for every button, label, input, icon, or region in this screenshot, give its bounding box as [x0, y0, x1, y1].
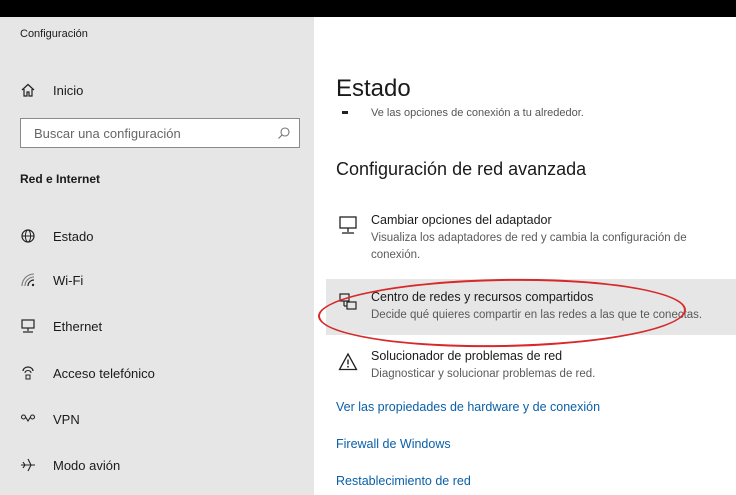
- sidebar-item-estado[interactable]: Estado: [20, 225, 300, 247]
- vpn-icon: [20, 411, 36, 427]
- sidebar: Configuración Inicio Red e Internet Esta…: [0, 17, 314, 495]
- sidebar-item-ethernet[interactable]: Ethernet: [20, 315, 300, 337]
- change-adapter-options[interactable]: Cambiar opciones del adaptador Visualiza…: [326, 203, 736, 263]
- search-icon[interactable]: [277, 126, 291, 140]
- option-title: Solucionador de problemas de red: [371, 349, 563, 363]
- warning-icon: [338, 352, 358, 372]
- hardware-properties-link[interactable]: Ver las propiedades de hardware y de con…: [336, 400, 600, 414]
- airplane-icon: [20, 457, 36, 473]
- wifi-icon: [20, 272, 36, 288]
- home-label: Inicio: [53, 82, 84, 98]
- network-sharing-center[interactable]: Centro de redes y recursos compartidos D…: [326, 279, 736, 335]
- home-icon: [20, 82, 36, 98]
- window-top-border: [0, 0, 736, 17]
- network-sharing-icon: [338, 292, 358, 312]
- section-heading: Red e Internet: [20, 172, 101, 186]
- adapter-icon: [338, 215, 358, 235]
- page-subtitle: Ve las opciones de conexión a tu alreded…: [371, 107, 584, 119]
- globe-icon: [20, 228, 36, 244]
- windows-firewall-link[interactable]: Firewall de Windows: [336, 437, 451, 451]
- sidebar-item-dialup[interactable]: Acceso telefónico: [20, 362, 300, 384]
- sidebar-item-label: Acceso telefónico: [53, 365, 155, 381]
- main-content: Estado Ve las opciones de conexión a tu …: [314, 17, 736, 495]
- sidebar-item-home[interactable]: Inicio: [20, 79, 300, 101]
- dialup-icon: [20, 365, 36, 381]
- pointer-mark: [342, 111, 348, 114]
- option-title: Cambiar opciones del adaptador: [371, 213, 552, 227]
- sidebar-item-label: Estado: [53, 228, 94, 244]
- page-title: Estado: [336, 75, 411, 102]
- ethernet-icon: [20, 318, 36, 334]
- search-input[interactable]: [21, 119, 261, 147]
- sidebar-item-label: Ethernet: [53, 318, 103, 334]
- option-description: Diagnosticar y solucionar problemas de r…: [371, 368, 596, 380]
- sidebar-item-label: VPN: [53, 411, 80, 427]
- network-reset-link[interactable]: Restablecimiento de red: [336, 474, 471, 488]
- search-box[interactable]: [20, 118, 300, 148]
- advanced-settings-heading: Configuración de red avanzada: [336, 159, 587, 179]
- network-troubleshooter[interactable]: Solucionador de problemas de red Diagnos…: [326, 344, 736, 388]
- option-description: Visualiza los adaptadores de red y cambi…: [371, 232, 687, 261]
- sidebar-item-vpn[interactable]: VPN: [20, 408, 300, 430]
- window-title: Configuración: [20, 28, 88, 40]
- sidebar-item-airplane-mode[interactable]: Modo avión: [20, 454, 300, 476]
- sidebar-item-label: Wi-Fi: [53, 272, 84, 288]
- sidebar-item-label: Modo avión: [53, 457, 121, 473]
- sidebar-item-wifi[interactable]: Wi-Fi: [20, 269, 300, 291]
- option-description: Decide qué quieres compartir en las rede…: [371, 309, 703, 321]
- option-title: Centro de redes y recursos compartidos: [371, 290, 594, 304]
